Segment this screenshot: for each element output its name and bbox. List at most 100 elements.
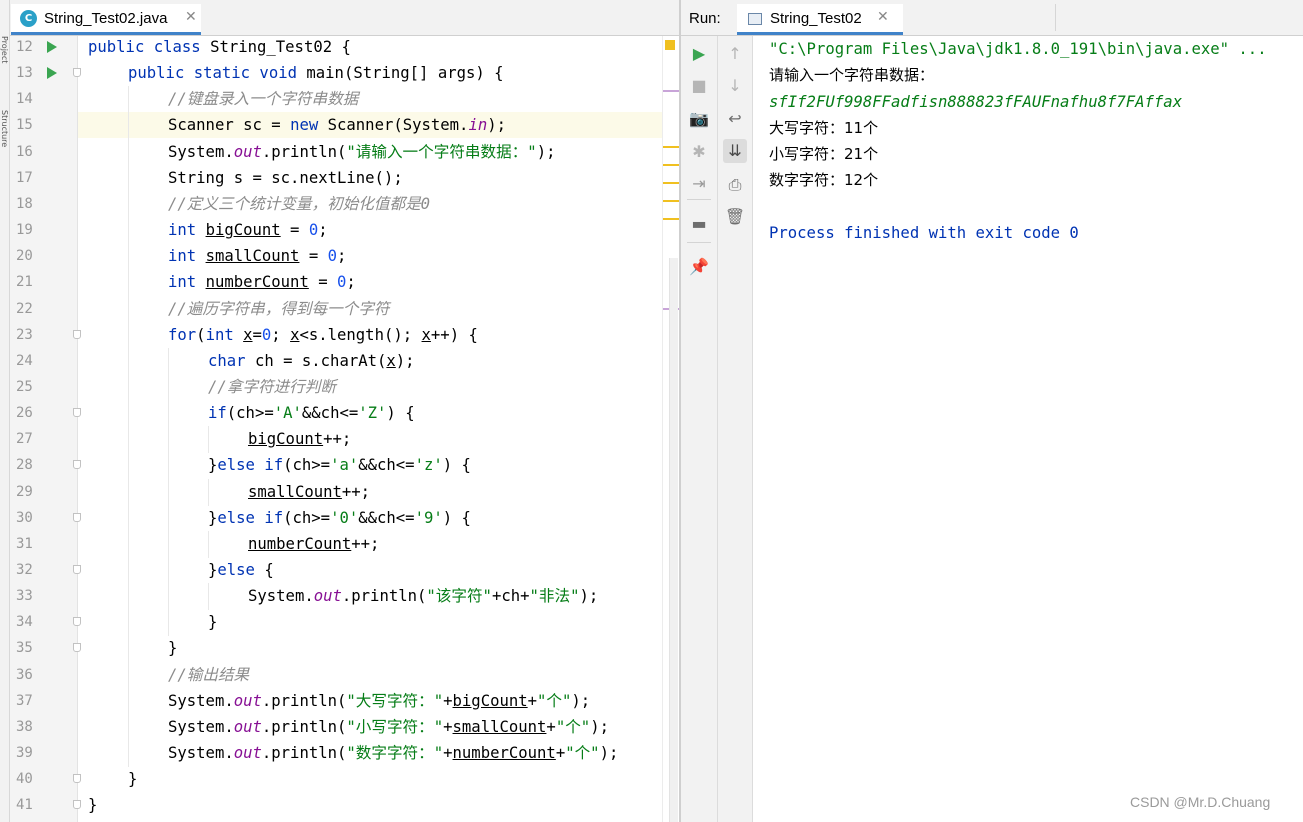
- fold-marker-icon[interactable]: [73, 512, 81, 522]
- toolbar-separator: [687, 242, 711, 243]
- code-line[interactable]: //拿字符进行判断: [208, 374, 336, 400]
- run-tab-string-test02[interactable]: String_Test02 ✕: [737, 4, 903, 35]
- code-token: numberCount: [452, 744, 556, 763]
- code-token: System.: [168, 744, 234, 763]
- code-token: x: [386, 351, 396, 370]
- stripe-mark[interactable]: [663, 164, 679, 166]
- code-token: =: [280, 221, 309, 240]
- code-line[interactable]: }else if(ch>='0'&&ch<='9') {: [208, 505, 471, 531]
- code-line[interactable]: smallCount++;: [248, 479, 370, 505]
- code-line[interactable]: public class String_Test02 {: [88, 34, 351, 60]
- layout-icon[interactable]: ▬: [687, 212, 711, 236]
- rerun-icon[interactable]: ▶: [687, 42, 711, 66]
- code-lines: 12 public class String_Test02 {13 public s…: [0, 0, 662, 822]
- editor-scrollbar-thumb[interactable]: [669, 258, 678, 822]
- code-line[interactable]: //输出结果: [168, 662, 249, 688]
- fold-marker-icon[interactable]: [73, 408, 81, 418]
- code-token: else if: [217, 456, 284, 475]
- code-line[interactable]: }else if(ch>='a'&&ch<='z') {: [208, 452, 471, 478]
- print-icon[interactable]: ⎙: [723, 173, 747, 197]
- stripe-mark[interactable]: [663, 218, 679, 220]
- code-token: if: [208, 404, 227, 423]
- code-token: (ch>=: [283, 456, 331, 475]
- stripe-mark[interactable]: [663, 146, 679, 148]
- code-line[interactable]: }: [168, 635, 177, 661]
- code-token: +: [443, 691, 453, 710]
- code-token: +ch+: [491, 587, 530, 606]
- code-line[interactable]: //定义三个统计变量，初始化值都是0: [168, 191, 430, 217]
- code-line[interactable]: System.out.println("请输入一个字符串数据：");: [168, 139, 555, 165]
- code-token: );: [395, 351, 415, 370]
- fold-marker-icon[interactable]: [73, 68, 81, 78]
- line-number: 41: [16, 797, 33, 814]
- fold-marker-icon[interactable]: [73, 460, 81, 470]
- fold-marker-icon[interactable]: [73, 800, 81, 810]
- line-number: 30: [16, 509, 33, 526]
- code-token: smallCount: [452, 717, 547, 736]
- line-number: 32: [16, 562, 33, 578]
- debug-bug-icon[interactable]: ✱: [687, 140, 711, 164]
- code-line[interactable]: //遍历字符串，得到每一个字符: [168, 296, 390, 322]
- code-line[interactable]: numberCount++;: [248, 531, 379, 557]
- login-icon[interactable]: ⇥: [687, 172, 711, 196]
- code-line[interactable]: public static void main(String[] args) {: [128, 60, 504, 86]
- console-lower-count: 小写字符：21个: [769, 145, 879, 163]
- indent-guide: [128, 190, 129, 218]
- header-separator: [1055, 4, 1056, 31]
- code-line[interactable]: int smallCount = 0;: [168, 243, 346, 269]
- code-token: ;: [271, 325, 291, 344]
- code-line[interactable]: Scanner sc = new Scanner(System.in);: [168, 112, 506, 138]
- code-line[interactable]: }: [88, 792, 97, 818]
- code-token: in: [468, 116, 488, 135]
- fold-marker-icon[interactable]: [73, 774, 81, 784]
- stop-icon[interactable]: ■: [687, 74, 711, 98]
- line-number: 29: [16, 483, 33, 500]
- stripe-mark[interactable]: [663, 200, 679, 202]
- code-line[interactable]: }else {: [208, 557, 274, 583]
- code-line[interactable]: System.out.println("小写字符："+smallCount+"个…: [168, 714, 609, 740]
- stripe-mark[interactable]: [663, 90, 679, 92]
- code-line[interactable]: bigCount++;: [248, 426, 351, 452]
- code-line[interactable]: String s = sc.nextLine();: [168, 165, 403, 191]
- stripe-mark[interactable]: [663, 182, 679, 184]
- run-gutter-icon[interactable]: [47, 41, 57, 53]
- code-token: &&ch<=: [358, 456, 415, 475]
- code-line[interactable]: int bigCount = 0;: [168, 217, 328, 243]
- scroll-down-icon[interactable]: ↓: [723, 74, 747, 98]
- code-line[interactable]: System.out.println("数字字符："+numberCount+"…: [168, 740, 618, 766]
- line-number: 19: [16, 222, 33, 239]
- line-number: 15: [16, 117, 33, 134]
- console-output[interactable]: "C:\Program Files\Java\jdk1.8.0_191\bin\…: [753, 36, 1303, 822]
- pin-icon[interactable]: 📌: [687, 255, 711, 279]
- fold-marker-icon[interactable]: [73, 329, 81, 339]
- indent-guide: [168, 530, 169, 558]
- close-icon[interactable]: ✕: [877, 9, 889, 25]
- code-line[interactable]: }: [128, 766, 137, 792]
- code-token: main(String[] args) {: [306, 64, 504, 83]
- scroll-up-icon[interactable]: ↑: [723, 42, 747, 66]
- code-line[interactable]: char ch = s.charAt(x);: [208, 348, 415, 374]
- code-line[interactable]: //键盘录入一个字符串数据: [168, 86, 358, 112]
- code-token: System.: [168, 717, 234, 736]
- fold-marker-icon[interactable]: [73, 565, 81, 574]
- code-line[interactable]: System.out.println("大写字符："+bigCount+"个")…: [168, 688, 590, 714]
- code-line[interactable]: for(int x=0; x<s.length(); x++) {: [168, 322, 478, 348]
- code-token: );: [599, 744, 619, 763]
- code-line[interactable]: System.out.println("该字符"+ch+"非法");: [248, 583, 598, 609]
- scroll-to-end-icon[interactable]: ⇊: [723, 139, 747, 163]
- warning-indicator-icon[interactable]: [665, 40, 675, 50]
- fold-marker-icon[interactable]: [73, 617, 81, 627]
- indent-guide: [128, 295, 129, 323]
- camera-icon[interactable]: 📷: [687, 107, 711, 131]
- fold-marker-icon[interactable]: [73, 643, 81, 653]
- indent-guide: [128, 740, 129, 768]
- code-token: x: [243, 325, 253, 344]
- code-line[interactable]: if(ch>='A'&&ch<='Z') {: [208, 400, 415, 426]
- code-line[interactable]: int numberCount = 0;: [168, 269, 356, 295]
- code-line[interactable]: }: [208, 609, 217, 635]
- indent-guide: [168, 478, 169, 506]
- run-gutter-icon[interactable]: [47, 67, 57, 80]
- line-number: 18: [16, 195, 33, 212]
- trash-icon[interactable]: 🗑: [723, 205, 747, 229]
- soft-wrap-icon[interactable]: ↩: [723, 107, 747, 131]
